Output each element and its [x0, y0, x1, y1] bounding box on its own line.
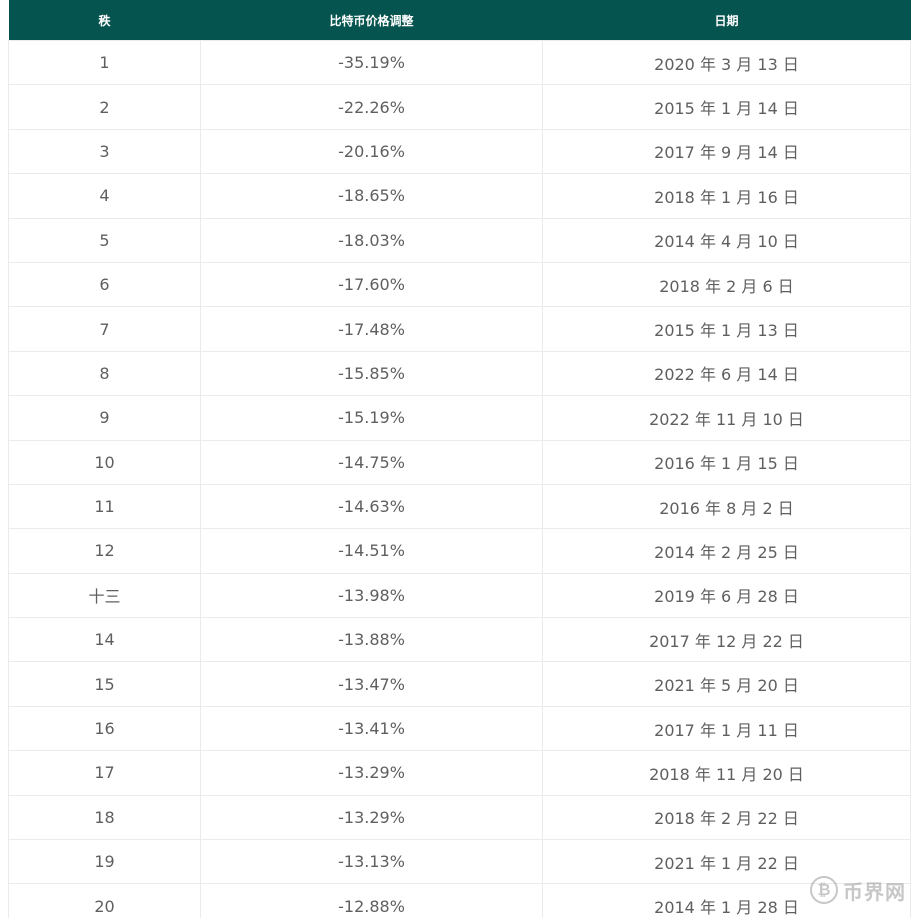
table-row: 16 -13.41% 2017 年 1 月 11 日: [8, 705, 911, 751]
cell-price-correction: -18.03%: [200, 217, 543, 263]
cell-date: 2022 年 6 月 14 日: [542, 350, 911, 396]
cell-price-correction: -20.16%: [200, 128, 543, 174]
table-row: 18 -13.29% 2018 年 2 月 22 日: [8, 794, 911, 840]
bitcoin-logo-icon: ₿: [810, 876, 838, 904]
cell-date: 2018 年 11 月 20 日: [542, 750, 911, 796]
table-body: 1 -35.19% 2020 年 3 月 13 日 2 -22.26% 2015 年 1 …: [8, 39, 911, 918]
table-row: 17 -13.29% 2018 年 11 月 20 日: [8, 750, 911, 796]
table-row: 15 -13.47% 2021 年 5 月 20 日: [8, 661, 911, 707]
header-row: 秩 比特币价格调整 日期: [8, 0, 911, 41]
cell-price-correction: -13.88%: [200, 617, 543, 662]
cell-price-correction: -13.29%: [200, 750, 543, 796]
table-row: 11 -14.63% 2016 年 8 月 2 日: [8, 483, 911, 529]
cell-rank: 1: [8, 39, 201, 85]
cell-rank: 4: [8, 173, 201, 219]
cell-price-correction: -15.85%: [200, 350, 543, 396]
cell-price-correction: -18.65%: [200, 173, 543, 219]
table-header: 秩 比特币价格调整 日期: [8, 0, 911, 41]
table-row: 9 -15.19% 2022 年 11 月 10 日: [8, 395, 911, 441]
table-row: 7 -17.48% 2015 年 1 月 13 日: [8, 306, 911, 352]
table-row: 8 -15.85% 2022 年 6 月 14 日: [8, 350, 911, 396]
cell-price-correction: -15.19%: [200, 395, 543, 441]
cell-price-correction: -17.48%: [200, 306, 543, 352]
cell-date: 2018 年 1 月 16 日: [542, 173, 911, 219]
cell-date: 2014 年 4 月 10 日: [542, 217, 911, 263]
table-row: 十三 -13.98% 2019 年 6 月 28 日: [8, 572, 911, 618]
table-row: 14 -13.88% 2017 年 12 月 22 日: [8, 617, 911, 662]
cell-price-correction: -13.98%: [200, 572, 543, 618]
cell-rank: 9: [8, 395, 201, 441]
cell-rank: 十三: [8, 572, 201, 618]
table-row: 3 -20.16% 2017 年 9 月 14 日: [8, 128, 911, 174]
cell-rank: 2: [8, 84, 201, 130]
cell-date: 2022 年 11 月 10 日: [542, 395, 911, 441]
cell-rank: 15: [8, 661, 201, 707]
watermark: ₿ 币界网: [810, 872, 906, 908]
header-date: 日期: [542, 0, 911, 41]
table-row: 1 -35.19% 2020 年 3 月 13 日: [8, 39, 911, 85]
cell-rank: 6: [8, 261, 201, 307]
cell-date: 2019 年 6 月 28 日: [542, 572, 911, 618]
header-price-correction: 比特币价格调整: [200, 0, 543, 41]
cell-price-correction: -14.51%: [200, 528, 543, 574]
cell-date: 2018 年 2 月 22 日: [542, 794, 911, 840]
table-row: 19 -13.13% 2021 年 1 月 22 日: [8, 839, 911, 884]
cell-date: 2014 年 2 月 25 日: [542, 528, 911, 574]
table-container: 秩 比特币价格调整 日期 1 -35.19% 2020 年 3 月 13 日 2 -22…: [8, 0, 911, 918]
cell-rank: 20: [8, 883, 201, 918]
cell-date: 2016 年 8 月 2 日: [542, 483, 911, 529]
watermark-text: 币界网: [843, 879, 906, 904]
cell-date: 2021 年 5 月 20 日: [542, 661, 911, 707]
cell-rank: 19: [8, 839, 201, 884]
cell-rank: 16: [8, 705, 201, 751]
cell-date: 2020 年 3 月 13 日: [542, 39, 911, 85]
cell-date: 2017 年 1 月 11 日: [542, 705, 911, 751]
bitcoin-correction-table: 秩 比特币价格调整 日期 1 -35.19% 2020 年 3 月 13 日 2 -22…: [8, 0, 911, 918]
cell-date: 2015 年 1 月 13 日: [542, 306, 911, 352]
table-row: 10 -14.75% 2016 年 1 月 15 日: [8, 439, 911, 485]
cell-date: 2017 年 9 月 14 日: [542, 128, 911, 174]
table-row: 4 -18.65% 2018 年 1 月 16 日: [8, 173, 911, 219]
cell-rank: 12: [8, 528, 201, 574]
cell-price-correction: -14.75%: [200, 439, 543, 485]
cell-rank: 10: [8, 439, 201, 485]
header-rank: 秩: [8, 0, 201, 41]
cell-rank: 17: [8, 750, 201, 796]
cell-price-correction: -13.41%: [200, 705, 543, 751]
cell-price-correction: -13.29%: [200, 794, 543, 840]
cell-price-correction: -35.19%: [200, 39, 543, 85]
cell-rank: 7: [8, 306, 201, 352]
cell-price-correction: -17.60%: [200, 261, 543, 307]
cell-rank: 18: [8, 794, 201, 840]
cell-rank: 8: [8, 350, 201, 396]
cell-rank: 14: [8, 617, 201, 662]
cell-rank: 11: [8, 483, 201, 529]
cell-date: 2017 年 12 月 22 日: [542, 617, 911, 662]
table-row: 5 -18.03% 2014 年 4 月 10 日: [8, 217, 911, 263]
cell-price-correction: -22.26%: [200, 84, 543, 130]
cell-rank: 5: [8, 217, 201, 263]
cell-price-correction: -14.63%: [200, 483, 543, 529]
table-row: 20 -12.88% 2014 年 1 月 28 日: [8, 883, 911, 918]
cell-date: 2016 年 1 月 15 日: [542, 439, 911, 485]
cell-date: 2018 年 2 月 6 日: [542, 261, 911, 307]
cell-price-correction: -13.13%: [200, 839, 543, 884]
table-row: 2 -22.26% 2015 年 1 月 14 日: [8, 84, 911, 130]
cell-rank: 3: [8, 128, 201, 174]
cell-date: 2015 年 1 月 14 日: [542, 84, 911, 130]
cell-price-correction: -13.47%: [200, 661, 543, 707]
cell-price-correction: -12.88%: [200, 883, 543, 918]
table-row: 6 -17.60% 2018 年 2 月 6 日: [8, 261, 911, 307]
table-row: 12 -14.51% 2014 年 2 月 25 日: [8, 528, 911, 574]
